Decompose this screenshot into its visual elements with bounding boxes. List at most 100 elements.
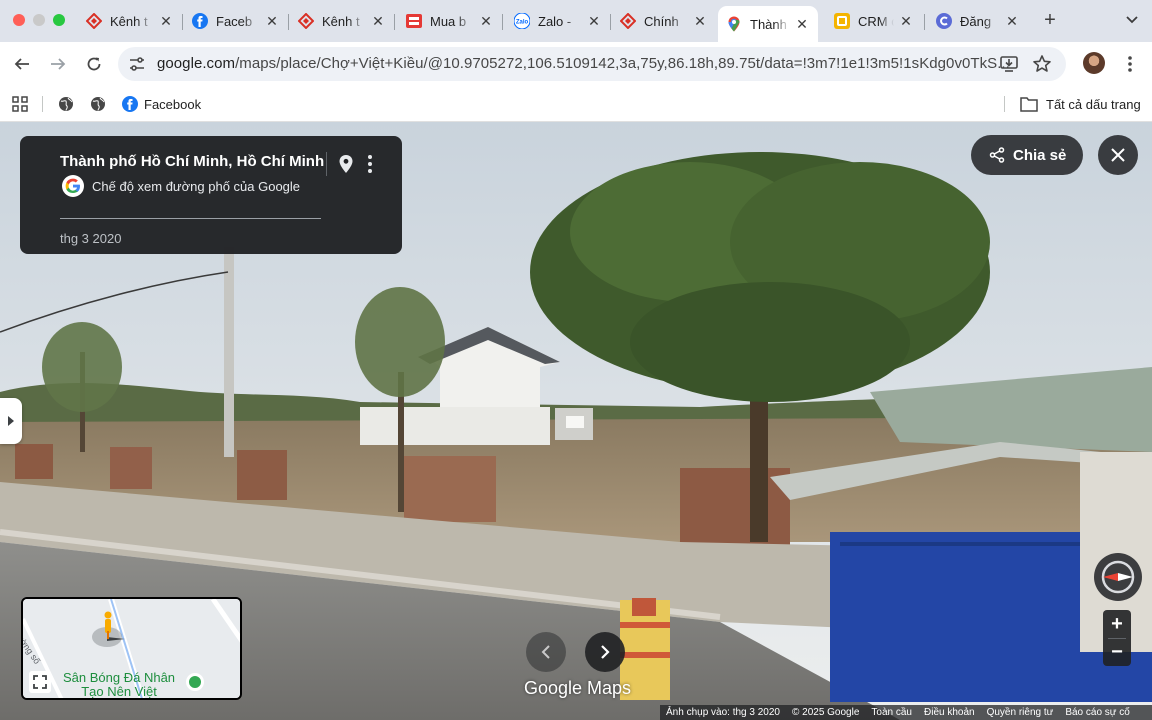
share-button[interactable]: Chia sẻ [971,135,1083,175]
browser-menu-button[interactable] [1120,54,1140,74]
compass-icon [1101,560,1135,594]
bookmark-label: Facebook [144,96,202,112]
install-app-icon[interactable] [1000,55,1018,73]
close-tab-icon[interactable]: ✕ [370,13,386,29]
globe-icon [91,97,105,111]
chevron-left-icon [541,645,550,659]
arrow-right-icon [51,58,66,70]
privacy-link[interactable]: Quyền riêng tư [987,707,1054,718]
red-diamond-icon [620,13,636,29]
maps-pin-icon [726,16,742,32]
terms-link[interactable]: Điều khoản [924,707,975,718]
crm-icon [834,13,850,29]
tab-separator [924,14,925,30]
close-tab-icon[interactable]: ✕ [794,16,810,32]
chevron-down-icon [1126,16,1138,24]
google-maps-logo: Google Maps [524,678,632,698]
tab-title: Chính [644,13,679,29]
tab-4[interactable]: Zalo Zalo - ✕ [506,6,610,36]
facebook-icon [122,96,138,112]
location-pin-icon[interactable] [337,154,355,174]
close-window-button[interactable] [13,14,25,26]
street-view-mode: Chế độ xem đường phố của Google [62,175,300,197]
tab-title: Thành [750,16,787,32]
folder-icon [1020,97,1038,112]
tab-search-button[interactable] [1122,10,1142,30]
tab-5[interactable]: Chính ✕ [612,6,716,36]
tab-7[interactable]: CRM c ✕ [826,6,922,36]
forward-button[interactable] [46,52,70,76]
tab-8[interactable]: Đăng ✕ [928,6,1028,36]
tab-separator [610,14,611,30]
minimize-window-button[interactable] [33,14,45,26]
date-slider-track [60,218,321,219]
report-problem-link[interactable]: Báo cáo sự cố [1065,707,1130,718]
bookmark-facebook[interactable]: Facebook [122,95,201,113]
close-tab-icon[interactable]: ✕ [586,13,602,29]
card-divider [326,152,327,176]
tab-3[interactable]: Mua b ✕ [398,6,502,36]
close-tab-icon[interactable]: ✕ [158,13,174,29]
browser-toolbar: google.com/maps/place/Chợ+Việt+Kiều/@10.… [0,42,1152,86]
back-button[interactable] [10,52,34,76]
zoom-in-button[interactable]: + [1103,610,1131,638]
new-tab-button[interactable]: + [1040,10,1060,30]
tab-2[interactable]: Kênh t ✕ [290,6,394,36]
tab-title: Faceb [216,13,253,29]
reload-button[interactable] [82,52,106,76]
shop-icon [406,13,422,29]
previous-photo-button[interactable] [526,632,566,672]
street-view-viewport[interactable]: Thành phố Hồ Chí Minh, Hồ Chí Minh Chế đ… [0,122,1152,720]
svg-text:Zalo: Zalo [516,20,529,26]
mini-map[interactable]: Đường số Sân Bóng Đá Nhân Tạo Nên Việt [21,597,242,700]
facebook-icon [192,13,208,29]
expand-map-button[interactable] [29,671,51,693]
close-tab-icon[interactable]: ✕ [692,13,708,29]
tab-separator [394,14,395,30]
capture-date[interactable]: thg 3 2020 [60,231,121,246]
bookmark-star-icon[interactable] [1032,54,1052,74]
next-photo-button[interactable] [585,632,625,672]
attribution-footer: Ảnh chụp vào: thg 3 2020 © 2025 Google T… [660,705,1152,720]
tab-1[interactable]: Faceb ✕ [184,6,288,36]
tab-active-maps[interactable]: Thành ✕ [718,6,818,42]
tab-strip: Kênh t ✕ Faceb ✕ Kênh t ✕ Mua b ✕ Zalo Z… [0,0,1152,42]
close-tab-icon[interactable]: ✕ [1004,13,1020,29]
expand-side-panel-button[interactable] [0,398,22,444]
site-settings-icon[interactable] [128,55,146,73]
maximize-window-button[interactable] [53,14,65,26]
tab-title: Đăng [960,13,992,29]
tab-title: Zalo - [538,13,572,29]
address-bar[interactable]: google.com/maps/place/Chợ+Việt+Kiều/@10.… [118,47,1066,81]
location-title: Thành phố Hồ Chí Minh, Hồ Chí Minh [60,153,325,170]
bookmark-separator [1004,96,1005,112]
profile-avatar[interactable] [1083,52,1105,74]
location-info-card: Thành phố Hồ Chí Minh, Hồ Chí Minh Chế đ… [20,136,402,254]
close-tab-icon[interactable]: ✕ [478,13,494,29]
close-tab-icon[interactable]: ✕ [264,13,280,29]
tab-0[interactable]: Kênh t ✕ [78,6,182,36]
bookmark-separator [42,96,43,112]
bookmark-globe-1[interactable] [58,95,74,113]
apps-grid-icon [12,96,28,112]
compass-button[interactable] [1094,553,1142,601]
more-vert-icon[interactable] [365,153,375,175]
apps-button[interactable] [12,95,28,113]
close-street-view-button[interactable] [1098,135,1138,175]
close-tab-icon[interactable]: ✕ [898,13,914,29]
poi-line-2: Tạo Nên Việt [81,684,157,699]
zoom-divider [1108,638,1126,639]
fullscreen-icon [33,675,47,689]
tab-title: Mua b [430,13,467,29]
arrow-left-icon [14,58,29,70]
zoom-out-button[interactable]: − [1103,638,1131,666]
tab-title: Kênh t [322,13,360,29]
poi-marker-icon[interactable] [186,673,204,691]
tab-separator [288,14,289,30]
share-label: Chia sẻ [1013,146,1067,164]
all-bookmarks-button[interactable]: Tất cả dấu trang [1020,95,1141,113]
bookmark-globe-2[interactable] [90,95,106,113]
c-logo-icon [936,13,952,29]
global-link[interactable]: Toàn cầu [871,707,912,718]
zalo-icon: Zalo [514,13,530,29]
